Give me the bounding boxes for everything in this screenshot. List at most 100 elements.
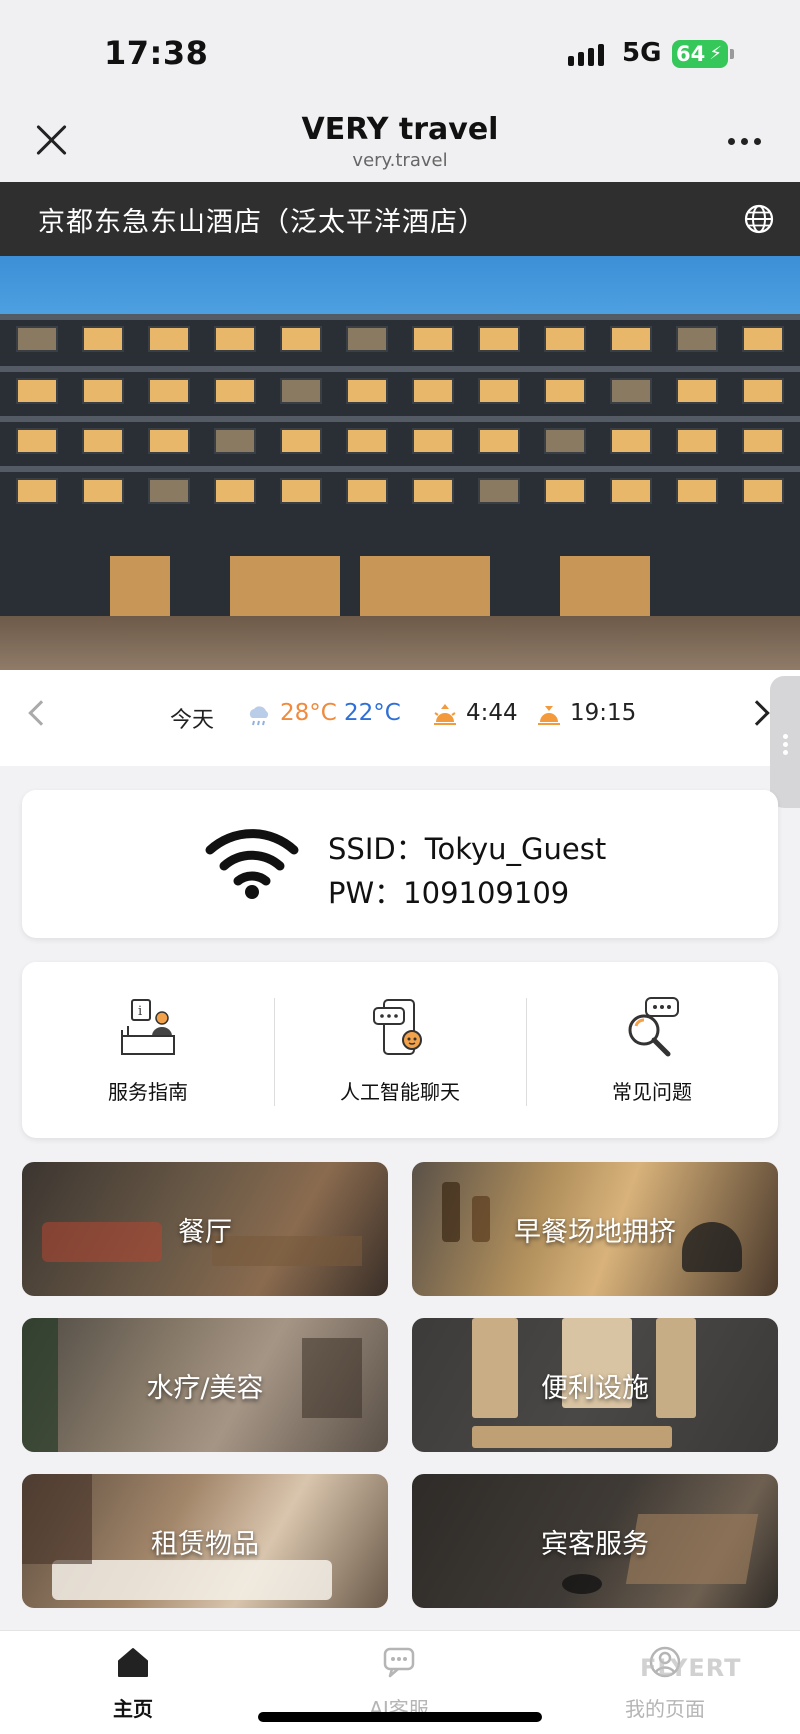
building-window (280, 478, 322, 504)
ai-chat-button[interactable]: 人工智能聊天 (274, 962, 526, 1138)
faq-search-icon (628, 997, 679, 1057)
sunrise-icon (434, 704, 456, 725)
building-window (412, 478, 454, 504)
building-window (148, 428, 190, 454)
chevron-left-icon[interactable] (28, 700, 54, 726)
site-domain: very.travel (352, 150, 448, 171)
watermark: FLYERT (640, 1654, 742, 1682)
chat-bubble-icon (383, 1647, 415, 1678)
lobby-light (560, 556, 650, 616)
tile-label: 租赁物品 (151, 1528, 259, 1560)
lobby-light (360, 556, 490, 616)
building-window (742, 326, 784, 352)
building-window (16, 326, 58, 352)
lobby-light (110, 556, 170, 616)
building-window (82, 478, 124, 504)
status-time: 17:38 (104, 34, 209, 72)
guest-services-tile[interactable]: 宾客服务 (412, 1474, 778, 1608)
rental-items-tile[interactable]: 租赁物品 (22, 1474, 388, 1608)
building-window (478, 478, 520, 504)
temperature-high: 28°C (280, 700, 337, 726)
site-title: VERY travel (301, 112, 499, 147)
wifi-info-card: SSID：Tokyu_Guest PW：109109109 (22, 790, 778, 938)
globe-language-icon[interactable] (744, 204, 774, 234)
building-window (478, 428, 520, 454)
building-window (214, 378, 256, 404)
tile-label: 早餐场地拥挤 (514, 1216, 676, 1248)
building-window (412, 378, 454, 404)
chevron-right-icon[interactable] (744, 700, 770, 726)
reception-desk-icon: i (121, 999, 175, 1055)
spa-beauty-tile[interactable]: 水疗/美容 (22, 1318, 388, 1452)
building-window (478, 326, 520, 352)
svg-text:i: i (138, 1004, 142, 1019)
tile-label: 宾客服务 (541, 1528, 649, 1560)
faq-button[interactable]: 常见问题 (526, 962, 778, 1138)
building-window (214, 478, 256, 504)
building-window (280, 428, 322, 454)
battery-cap (730, 49, 734, 59)
floor-line (0, 366, 800, 372)
battery-level: 64 (676, 42, 706, 66)
action-label: 人工智能聊天 (340, 1080, 460, 1104)
building-window (148, 378, 190, 404)
tile-label: 水疗/美容 (146, 1372, 264, 1404)
wifi-icon (205, 829, 299, 899)
building-window (214, 326, 256, 352)
browser-header: VERY travel very.travel (0, 104, 800, 182)
tab-home[interactable]: 主页 (0, 1631, 266, 1734)
amenities-tile[interactable]: 便利设施 (412, 1318, 778, 1452)
status-bar: 17:38 5G 64 ⚡ (0, 0, 800, 104)
tab-label: 主页 (113, 1697, 153, 1721)
building-window (676, 326, 718, 352)
hotel-title-bar: 京都东急东山酒店（泛太平洋酒店） (0, 182, 800, 256)
building-window (148, 478, 190, 504)
lobby-light (230, 556, 340, 616)
building-window (544, 428, 586, 454)
restaurant-tile[interactable]: 餐厅 (22, 1162, 388, 1296)
building-window (412, 428, 454, 454)
home-indicator (258, 1712, 542, 1722)
building-window (16, 428, 58, 454)
home-icon (118, 1648, 148, 1677)
breakfast-crowd-tile[interactable]: 早餐场地拥挤 (412, 1162, 778, 1296)
rain-cloud-icon (249, 706, 269, 726)
weather-day-label: 今天 (170, 708, 215, 733)
network-type: 5G (622, 38, 662, 68)
floor-line (0, 416, 800, 422)
building-window (346, 378, 388, 404)
tile-label: 便利设施 (541, 1372, 649, 1404)
building-window (610, 428, 652, 454)
battery-icon: 64 ⚡ (672, 40, 728, 68)
building-window (676, 378, 718, 404)
quick-actions-card: i 服务指南 人工智能聊天 常见问题 (22, 962, 778, 1138)
building-window (346, 326, 388, 352)
sunrise-time: 4:44 (466, 700, 518, 726)
hotel-hero-image (0, 256, 800, 670)
tab-label: 我的页面 (625, 1697, 705, 1721)
building-window (148, 326, 190, 352)
tab-my-page[interactable]: 我的页面 (532, 1631, 798, 1734)
ai-chat-phone-icon (373, 999, 422, 1055)
building-window (610, 478, 652, 504)
building-window (82, 428, 124, 454)
action-label: 服务指南 (108, 1080, 188, 1104)
floor-line (0, 466, 800, 472)
sunset-icon (538, 706, 560, 725)
building-window (280, 326, 322, 352)
building-window (346, 428, 388, 454)
building-window (544, 378, 586, 404)
sunset-time: 19:15 (570, 700, 637, 726)
service-guide-button[interactable]: i 服务指南 (22, 962, 274, 1138)
more-options-icon[interactable] (728, 138, 761, 145)
weather-strip: 今天 28°C 22°C 4:44 19:15 (0, 670, 800, 766)
floor-line (0, 314, 800, 320)
building-window (346, 478, 388, 504)
hotel-name: 京都东急东山酒店（泛太平洋酒店） (38, 207, 486, 238)
side-drawer-handle[interactable] (770, 676, 800, 808)
building-window (610, 326, 652, 352)
temperature-low: 22°C (344, 700, 401, 726)
building-window (610, 378, 652, 404)
cellular-signal-icon (568, 44, 604, 66)
building-window (82, 378, 124, 404)
